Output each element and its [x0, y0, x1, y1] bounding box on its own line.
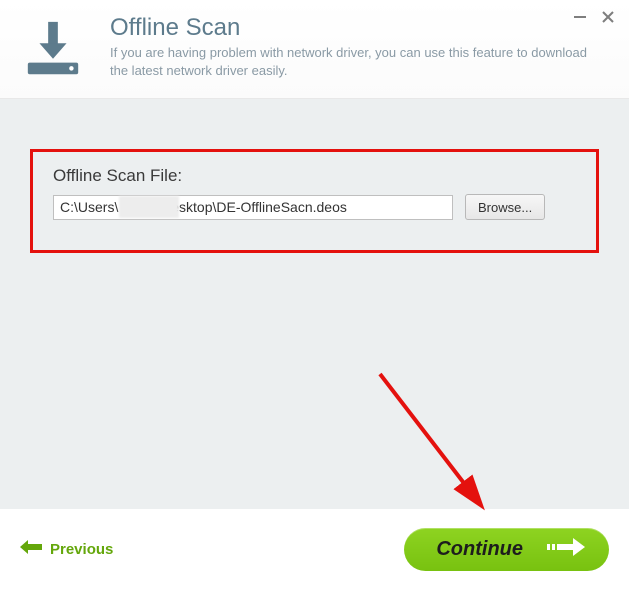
annotation-arrow-icon	[360, 354, 520, 529]
continue-button[interactable]: Continue	[404, 528, 609, 571]
header-text: Offline Scan If you are having problem w…	[110, 12, 613, 80]
file-row: Browse...	[53, 194, 576, 220]
redaction-overlay	[119, 196, 179, 218]
arrow-right-icon	[547, 538, 585, 561]
previous-label: Previous	[50, 541, 113, 558]
page-subtitle: If you are having problem with network d…	[110, 44, 590, 80]
content-area: Offline Scan File: Browse...	[0, 99, 629, 509]
file-path-input[interactable]	[53, 195, 453, 220]
header: Offline Scan If you are having problem w…	[0, 0, 629, 99]
minimize-button[interactable]	[571, 8, 589, 26]
previous-button[interactable]: Previous	[20, 540, 113, 558]
page-title: Offline Scan	[110, 14, 613, 42]
download-icon	[22, 18, 84, 80]
continue-label: Continue	[436, 538, 523, 561]
arrow-left-icon	[20, 540, 42, 558]
file-input-wrap	[53, 195, 453, 220]
browse-button[interactable]: Browse...	[465, 194, 545, 220]
close-button[interactable]	[599, 8, 617, 26]
file-select-panel: Offline Scan File: Browse...	[30, 149, 599, 253]
footer: Previous Continue	[0, 509, 629, 589]
window-controls	[571, 8, 617, 26]
file-label: Offline Scan File:	[53, 166, 576, 186]
